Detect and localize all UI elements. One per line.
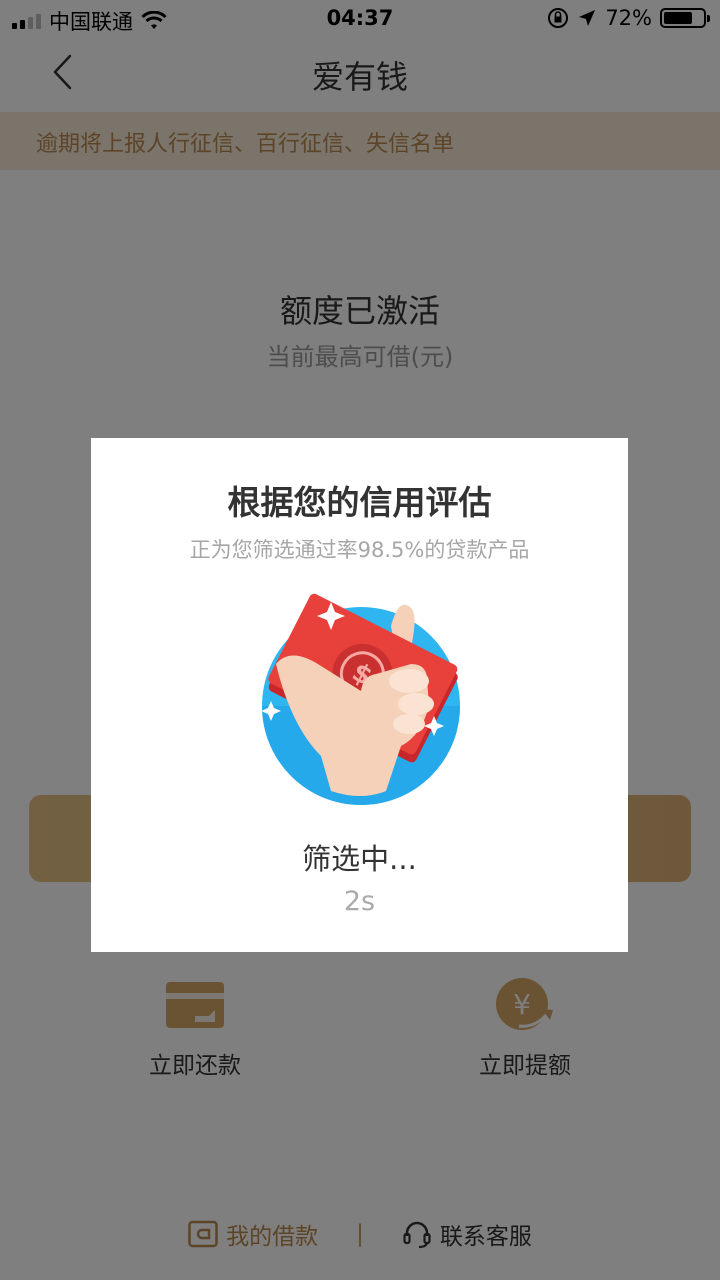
hand-holding-money-icon: $ [251, 586, 471, 806]
dialog-title: 根据您的信用评估 [227, 483, 492, 522]
screening-status: 筛选中... [302, 842, 417, 876]
dialog-subtitle: 正为您筛选通过率98.5%的贷款产品 [189, 538, 530, 562]
countdown-timer: 2s [343, 886, 376, 917]
credit-screening-dialog: 根据您的信用评估 正为您筛选通过率98.5%的贷款产品 $ 筛选中... 2s [91, 438, 628, 952]
